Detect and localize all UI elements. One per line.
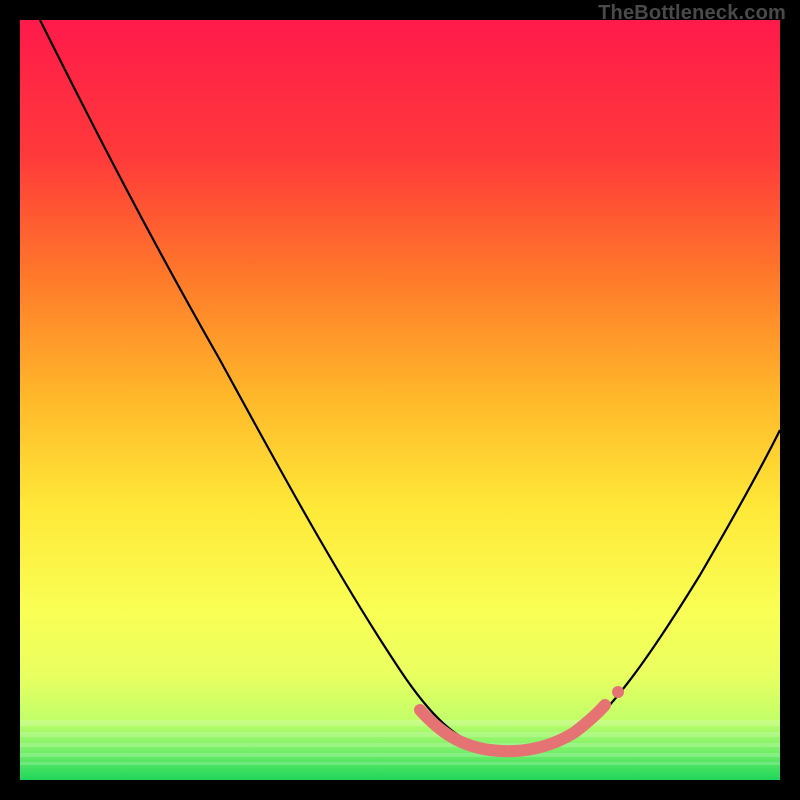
- curve-layer: [20, 20, 780, 780]
- bottleneck-curve: [40, 20, 780, 753]
- chart-stage: TheBottleneck.com: [0, 0, 800, 800]
- optimal-end-dot: [612, 686, 624, 698]
- plot-area: [20, 20, 780, 780]
- optimal-range-marker: [420, 705, 605, 751]
